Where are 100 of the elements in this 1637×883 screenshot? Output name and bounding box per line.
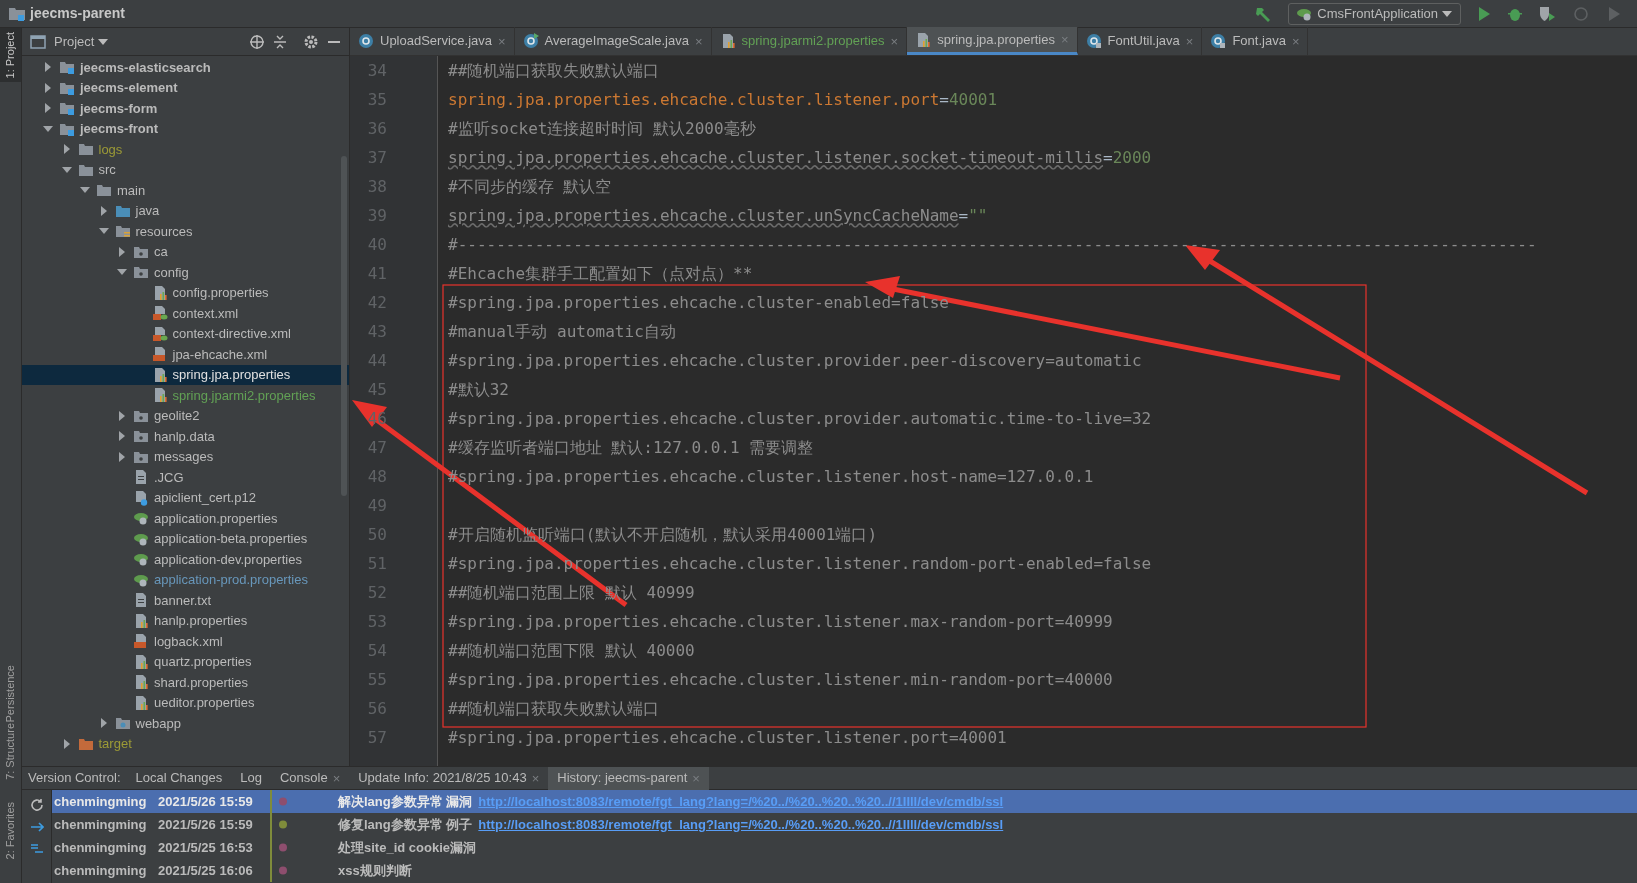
tree-item[interactable]: config	[22, 262, 349, 283]
tree-item[interactable]: .JCG	[22, 467, 349, 488]
code-comment: ##随机端口获取失败默认端口	[448, 699, 660, 718]
collapsed-arrow-icon[interactable]	[61, 144, 72, 155]
tree-item[interactable]: messages	[22, 446, 349, 467]
caret-icon	[1442, 9, 1452, 18]
tree-item[interactable]: hanlp.data	[22, 426, 349, 447]
commit-date: 2021/5/25 16:06	[158, 861, 254, 880]
tool-window-tab[interactable]: 2: Favorites	[2, 801, 19, 859]
collapsed-arrow-icon[interactable]	[117, 431, 127, 442]
editor-tab[interactable]: AverageImageScale.java ×	[514, 27, 712, 55]
history-row[interactable]: chenmingming 2021/5/25 16:53 处理site_id cookie漏洞	[52, 836, 1637, 859]
tree-item[interactable]: application.properties	[22, 508, 349, 529]
refresh-icon[interactable]	[29, 798, 44, 812]
editor-tab[interactable]: spring.jpa.properties ×	[907, 27, 1078, 55]
panel-tab[interactable]: Update Info: 2021/8/25 10:43 ×	[349, 766, 549, 790]
spring-leaf-icon	[133, 510, 149, 527]
tree-item[interactable]: shard.properties	[22, 672, 349, 693]
collapsed-arrow-icon[interactable]	[98, 205, 109, 216]
editor-tab[interactable]: UploadService.java ×	[350, 27, 515, 55]
tree-item[interactable]: geolite2	[22, 405, 349, 426]
tree-item[interactable]: context.xml	[22, 303, 349, 324]
tree-item[interactable]: banner.txt	[22, 590, 349, 611]
tree-item[interactable]: main	[22, 180, 349, 201]
tree-item[interactable]: target	[22, 733, 349, 754]
history-row[interactable]: chenmingming 2021/5/25 16:06 xss规则判断	[52, 859, 1637, 882]
editor-tab[interactable]: Font.java ×	[1202, 27, 1309, 55]
module-folder-icon	[59, 59, 75, 76]
tree-item[interactable]: jeecms-elasticsearch	[22, 57, 349, 78]
tree-item[interactable]: ca	[22, 241, 349, 262]
folder-icon	[114, 715, 131, 732]
tree-item[interactable]: apiclient_cert.p12	[22, 487, 349, 508]
tree-item[interactable]: jeecms-front	[22, 118, 349, 139]
scrollbar[interactable]	[341, 156, 347, 496]
tree-item[interactable]: webapp	[22, 713, 349, 734]
collapsed-arrow-icon[interactable]	[43, 82, 53, 93]
tree-label: ueditor.properties	[154, 694, 255, 712]
tree-item[interactable]: spring.jpa.properties	[22, 364, 349, 385]
folder-icon	[133, 264, 149, 281]
code-comment: #缓存监听者端口地址 默认:127.0.0.1 需要调整	[448, 438, 814, 457]
run-icon[interactable]	[1477, 5, 1491, 22]
tree-item[interactable]: logback.xml	[22, 631, 349, 652]
tree-item[interactable]: jeecms-element	[22, 77, 349, 98]
collapsed-arrow-icon[interactable]	[61, 738, 72, 749]
collapsed-arrow-icon[interactable]	[117, 410, 127, 421]
property-separator: =	[939, 90, 949, 109]
collapsed-arrow-icon[interactable]	[117, 451, 127, 462]
tool-window-tab[interactable]: 7: Structure	[2, 722, 19, 780]
commit-link[interactable]: http://localhost:8083/remote/fgt_lang?lang=/%20../%20..%20..%20..//1IIll/dev/cmdb/ssl	[478, 814, 1004, 835]
collapsed-arrow-icon[interactable]	[98, 718, 109, 729]
project-folder-icon	[8, 5, 26, 22]
history-row[interactable]: chenmingming 2021/5/26 15:59 修复lang参数异常 例子 http://localhost:8083/remote/fgt_lang?lang=/%20../%20..%20..%20..//1IIll/dev/cmdb/ssl	[52, 813, 1637, 836]
expanded-arrow-icon[interactable]	[61, 164, 72, 175]
project-tool-tab[interactable]: 1: Project	[0, 28, 21, 83]
properties-file-icon	[133, 653, 149, 670]
tree-item[interactable]: context-directive.xml	[22, 323, 349, 344]
tree-item[interactable]: src	[22, 159, 349, 180]
tree-item[interactable]: jeecms-form	[22, 98, 349, 119]
tree-label: config	[154, 263, 189, 282]
tree-item[interactable]: application-prod.properties	[22, 569, 349, 590]
code-comment: #spring.jpa.properties.ehcache.cluster.listener.port=40001	[448, 728, 1007, 747]
unknown-file-icon	[133, 489, 149, 506]
tree-item[interactable]: hanlp.properties	[22, 610, 349, 631]
collapsed-arrow-icon[interactable]	[43, 62, 53, 73]
tree-item[interactable]: resources	[22, 221, 349, 242]
tree-label: jeecms-elasticsearch	[80, 58, 211, 77]
collapsed-arrow-icon[interactable]	[117, 246, 127, 257]
tree-item[interactable]: application-dev.properties	[22, 549, 349, 570]
panel-tab[interactable]: History: jeecms-parent ×	[548, 766, 709, 790]
tree-item[interactable]: application-beta.properties	[22, 528, 349, 549]
panel-tab[interactable]: Local Changes	[126, 766, 232, 790]
code-comment: #spring.jpa.properties.ehcache.cluster-enabled=false	[448, 293, 949, 312]
tree-item[interactable]: quartz.properties	[22, 651, 349, 672]
tree-label: spring.jparmi2.properties	[172, 386, 316, 405]
panel-tab[interactable]: Console ×	[270, 766, 350, 790]
editor-tab[interactable]: FontUtil.java ×	[1077, 27, 1203, 55]
run-configuration-dropdown[interactable]: CmsFrontApplication	[1288, 2, 1461, 25]
tab-label: Font.java	[1232, 32, 1286, 51]
expanded-arrow-icon[interactable]	[43, 123, 53, 134]
history-row[interactable]: chenmingming 2021/5/26 15:59 解决lang参数异常 漏洞 http://localhost:8083/remote/fgt_lang?lang=/%20../%20..%20..%20..//1IIll/dev/cmdb/ssl	[52, 790, 1637, 813]
tree-item[interactable]: java	[22, 200, 349, 221]
property-separator: =	[958, 206, 969, 225]
compare-arrows-icon[interactable]	[29, 820, 44, 834]
shield-run-icon[interactable]	[1539, 5, 1557, 22]
settings-icon[interactable]	[303, 33, 319, 50]
tree-item[interactable]: logs	[22, 139, 349, 160]
tab-label: Console	[279, 769, 328, 788]
tree-item[interactable]: jpa-ehcache.xml	[22, 344, 349, 365]
tree-item[interactable]: config.properties	[22, 282, 349, 303]
locate-icon[interactable]	[249, 33, 265, 50]
tool-window-tab[interactable]: Persistence	[2, 665, 19, 723]
list-compare-icon[interactable]	[29, 842, 44, 856]
properties-file-icon	[133, 674, 149, 691]
tree-item[interactable]: ueditor.properties	[22, 692, 349, 713]
class-icon	[1210, 33, 1227, 49]
panel-tab[interactable]: Log	[231, 766, 271, 790]
collapse-all-icon[interactable]	[273, 33, 287, 50]
collapsed-arrow-icon[interactable]	[43, 103, 53, 114]
tree-item[interactable]: spring.jparmi2.properties	[22, 385, 349, 406]
view-selector-dropdown[interactable]: Project	[54, 31, 109, 52]
